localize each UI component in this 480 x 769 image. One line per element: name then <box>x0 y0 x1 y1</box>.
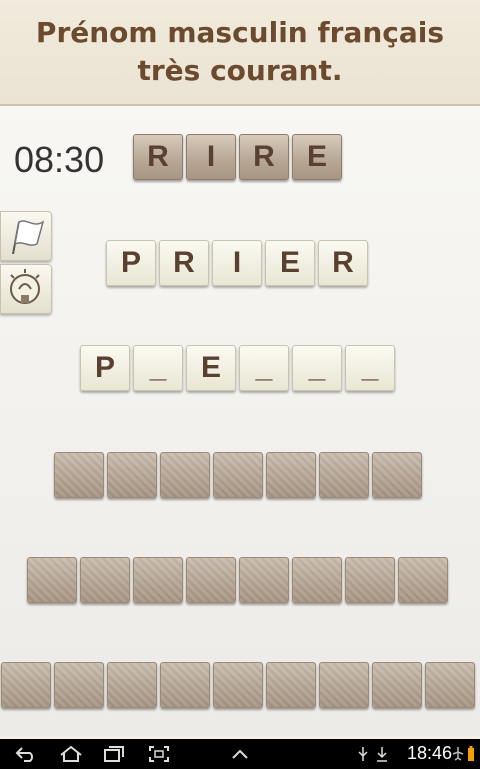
row2-tile[interactable]: R <box>159 240 209 286</box>
screenshot-icon[interactable] <box>148 745 170 763</box>
row3-tile[interactable]: _ <box>345 345 395 391</box>
up-chevron-icon[interactable] <box>230 745 250 763</box>
home-icon[interactable] <box>58 745 84 763</box>
row1-tile[interactable]: E <box>292 134 342 180</box>
empty-tile[interactable] <box>107 662 157 708</box>
empty-tile[interactable] <box>54 452 104 498</box>
empty-tile[interactable] <box>27 557 77 603</box>
row2-tile[interactable]: E <box>265 240 315 286</box>
empty-tile[interactable] <box>398 557 448 603</box>
empty-tile[interactable] <box>107 452 157 498</box>
clue-header: Prénom masculin français très courant. <box>0 0 480 106</box>
empty-tile[interactable] <box>266 452 316 498</box>
row2-tile[interactable]: P <box>106 240 156 286</box>
download-icon <box>377 747 387 762</box>
flag-icon <box>12 220 45 255</box>
empty-tile[interactable] <box>213 452 263 498</box>
empty-tile[interactable] <box>239 557 289 603</box>
row3-tile[interactable]: _ <box>292 345 342 391</box>
empty-tile[interactable] <box>160 452 210 498</box>
empty-tile[interactable] <box>186 557 236 603</box>
empty-tile[interactable] <box>213 662 263 708</box>
empty-tile[interactable] <box>319 662 369 708</box>
row3-tile[interactable]: _ <box>133 345 183 391</box>
row3-tile[interactable]: P <box>80 345 130 391</box>
system-navbar: 18:46 <box>0 739 480 769</box>
empty-tile[interactable] <box>266 662 316 708</box>
row2-tile[interactable]: I <box>212 240 262 286</box>
empty-tile[interactable] <box>319 452 369 498</box>
empty-tile[interactable] <box>292 557 342 603</box>
game-board <box>0 106 480 736</box>
empty-tile[interactable] <box>54 662 104 708</box>
recent-apps-icon[interactable] <box>102 745 126 763</box>
airplane-icon <box>452 747 464 761</box>
back-icon[interactable] <box>14 745 38 763</box>
row2-tile[interactable]: R <box>318 240 368 286</box>
clue-text: Prénom masculin français très courant. <box>35 16 445 87</box>
flag-button[interactable] <box>0 211 52 261</box>
row1-tile[interactable]: R <box>239 134 289 180</box>
status-time: 18:46 <box>406 743 452 763</box>
battery-icon <box>468 746 474 761</box>
row3-tile[interactable]: E <box>186 345 236 391</box>
empty-tile[interactable] <box>133 557 183 603</box>
empty-tile[interactable] <box>372 452 422 498</box>
timer: 08:30 <box>14 139 105 180</box>
usb-icon <box>358 747 368 761</box>
empty-tile[interactable] <box>160 662 210 708</box>
empty-tile[interactable] <box>1 662 51 708</box>
empty-tile[interactable] <box>345 557 395 603</box>
row1-tile[interactable]: R <box>133 134 183 180</box>
empty-tile[interactable] <box>80 557 130 603</box>
row3-tile[interactable]: _ <box>239 345 289 391</box>
empty-tile[interactable] <box>425 662 475 708</box>
hint-button[interactable] <box>0 264 52 314</box>
row1-tile[interactable]: I <box>186 134 236 180</box>
empty-tile[interactable] <box>372 662 422 708</box>
lightbulb-icon <box>10 269 40 304</box>
